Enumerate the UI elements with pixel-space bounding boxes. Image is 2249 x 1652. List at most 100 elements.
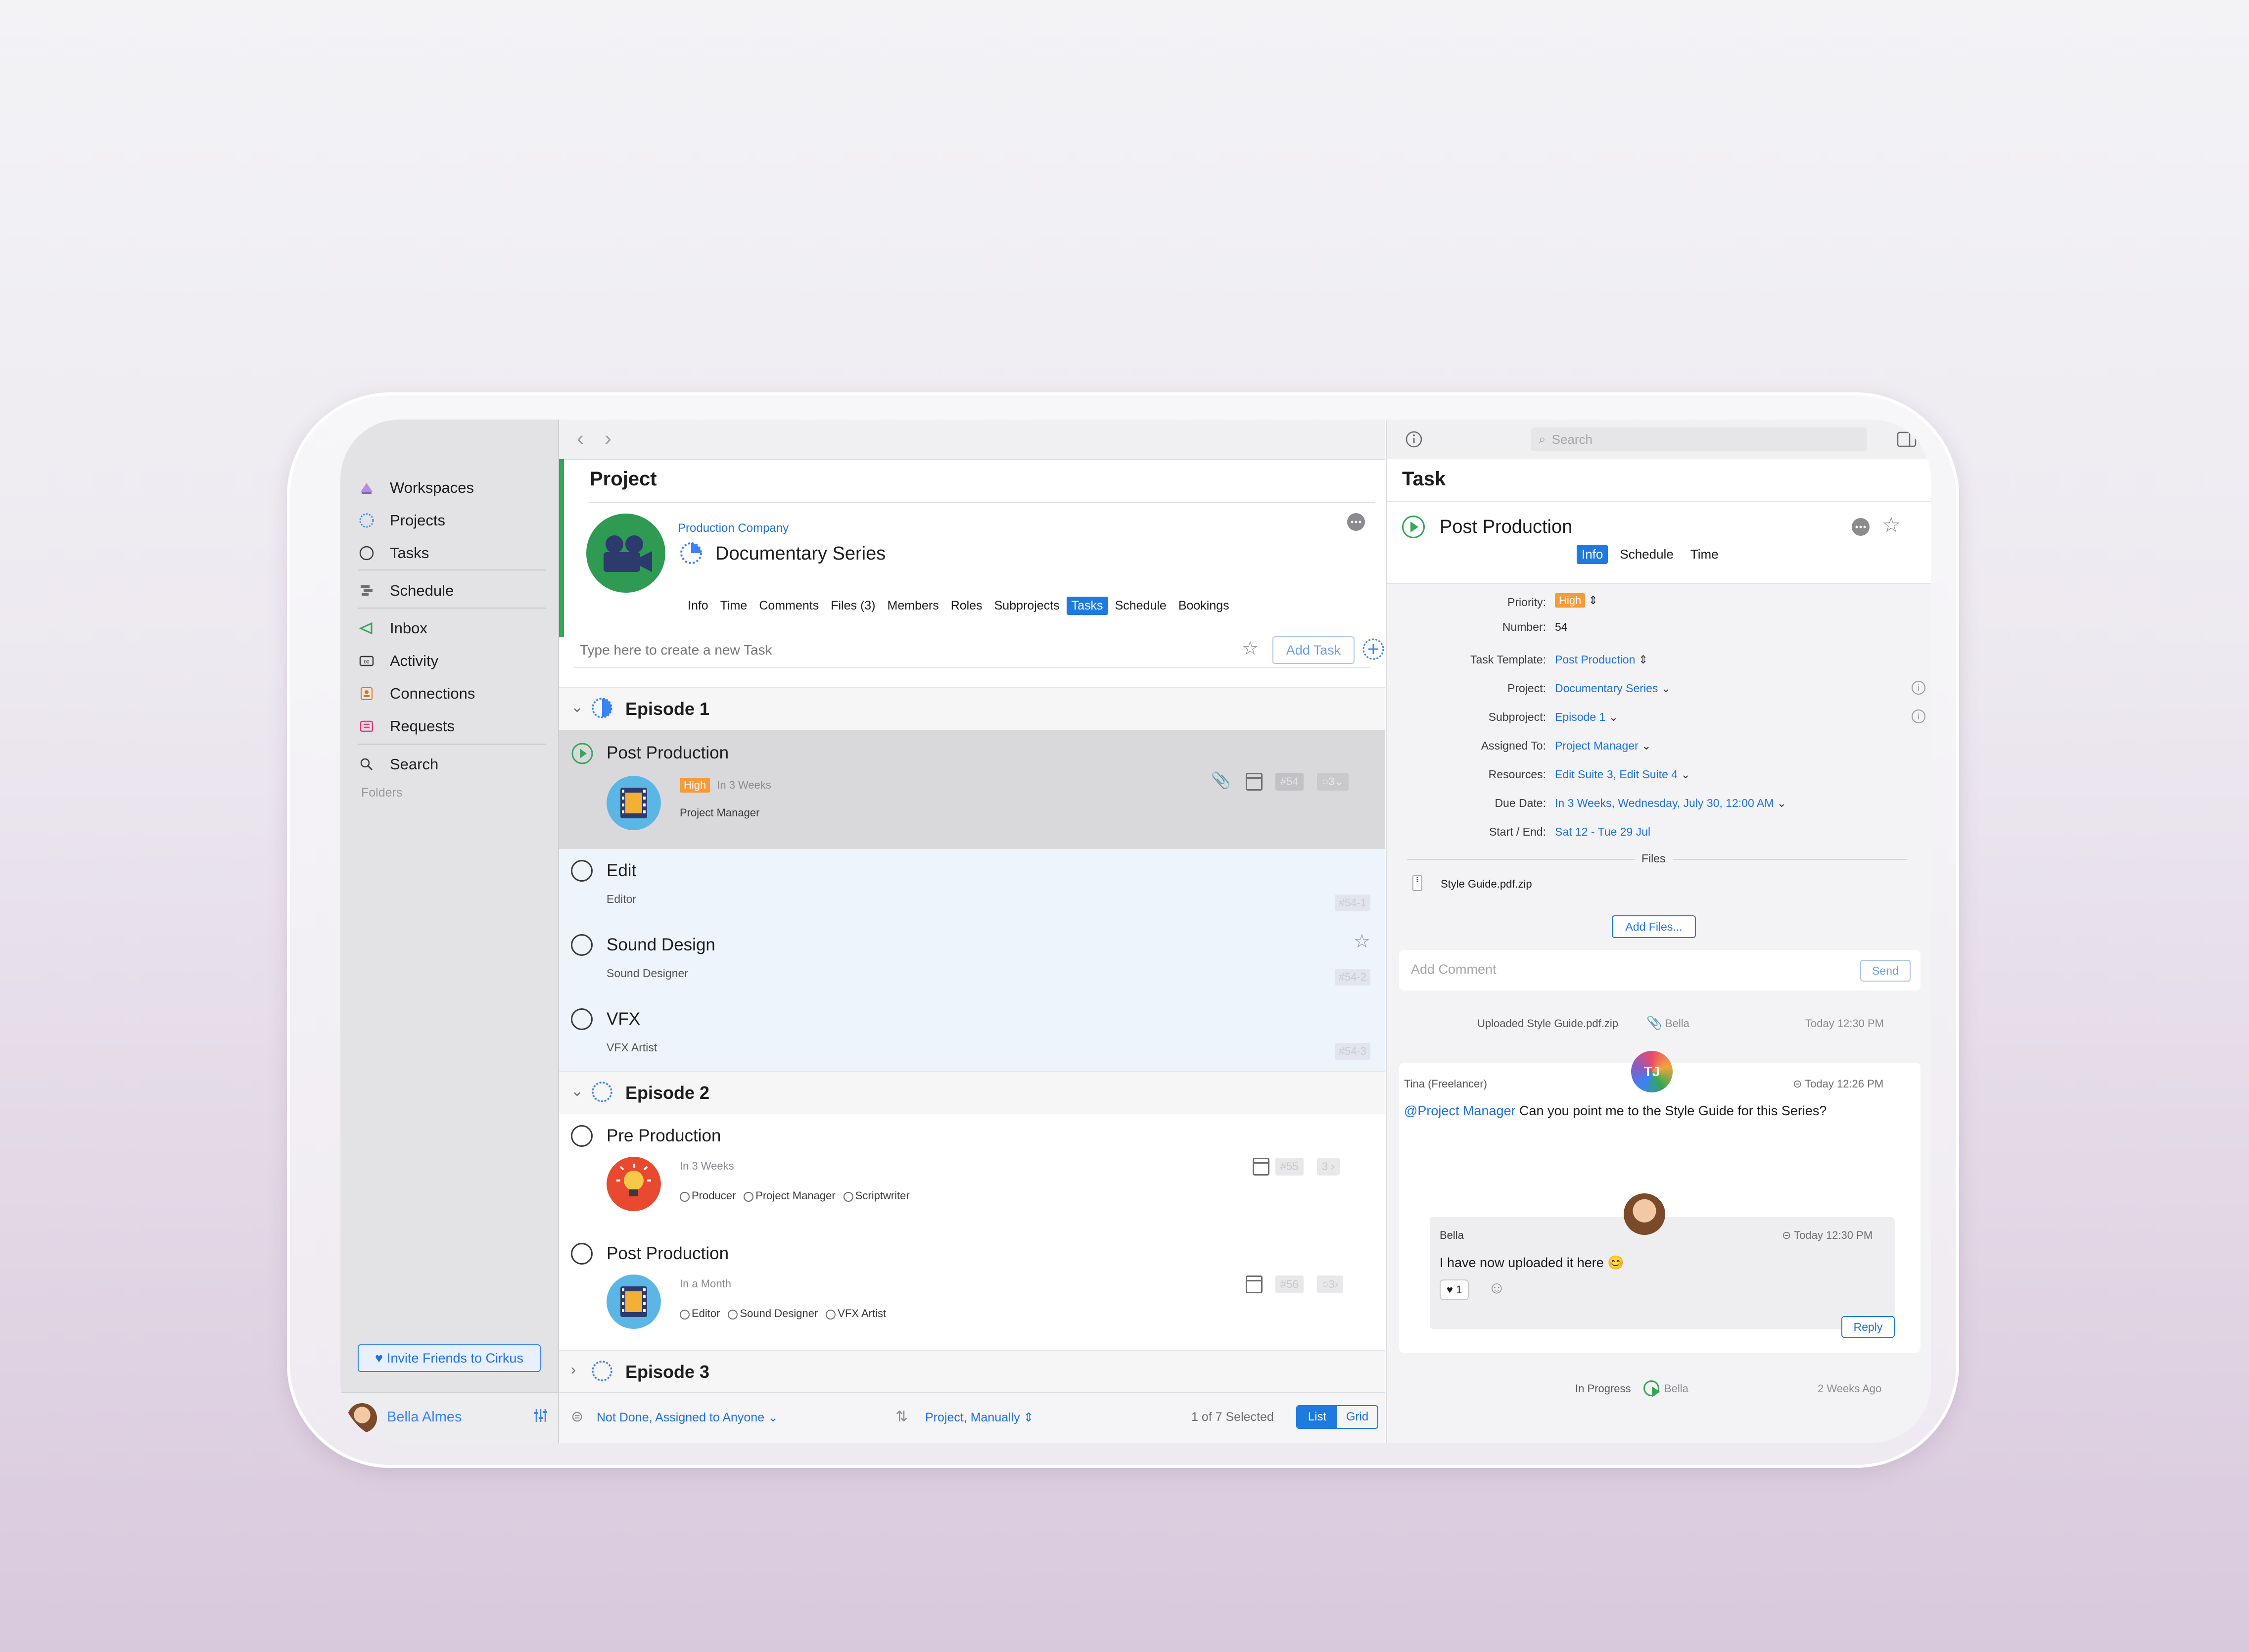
tab-bookings[interactable]: Bookings: [1173, 597, 1234, 615]
resource-item[interactable]: Scriptwriter: [843, 1189, 910, 1202]
task-row[interactable]: Pre Production In 3 Weeks Producer Proje…: [559, 1114, 1385, 1233]
resource-item[interactable]: VFX Artist: [826, 1307, 886, 1320]
subtask-count[interactable]: ○ 3 ›: [1317, 1275, 1343, 1293]
reply-button[interactable]: Reply: [1841, 1316, 1895, 1338]
search-field[interactable]: ⌕ Search: [1531, 427, 1867, 451]
chevron-down-icon[interactable]: ⌄: [571, 1083, 583, 1100]
task-row[interactable]: Post Production In a Month Editor Sound …: [559, 1232, 1385, 1351]
comment-input[interactable]: Add Comment: [1411, 962, 1497, 977]
star-icon[interactable]: ☆: [1882, 513, 1901, 537]
tab-time[interactable]: Time: [715, 597, 752, 615]
sidebar-item-schedule[interactable]: Schedule: [358, 576, 454, 606]
more-icon[interactable]: [1851, 518, 1870, 536]
new-task-input[interactable]: [579, 638, 1224, 662]
chevron-right-icon[interactable]: ›: [571, 1362, 576, 1378]
sliders-icon[interactable]: [532, 1407, 549, 1428]
sidebar-item-workspaces[interactable]: Workspaces: [358, 473, 474, 503]
checkbox-circle[interactable]: [571, 934, 593, 956]
list-view-button[interactable]: List: [1297, 1406, 1337, 1428]
resource-item[interactable]: Project Manager: [744, 1189, 835, 1202]
subtask-count[interactable]: ○ 3 ⌄: [1317, 773, 1349, 791]
info-icon[interactable]: [1405, 430, 1423, 448]
reaction-chip[interactable]: ♥ 1: [1440, 1279, 1469, 1300]
avatar[interactable]: TJ: [1631, 1051, 1673, 1092]
add-files-button[interactable]: Add Files...: [1612, 915, 1696, 938]
filter-dropdown[interactable]: Not Done, Assigned to Anyone ⌄: [597, 1410, 778, 1425]
avatar[interactable]: [1624, 1193, 1665, 1235]
resource-item[interactable]: Producer: [680, 1189, 736, 1202]
startend-value[interactable]: Sat 12 - Tue 29 Jul: [1555, 825, 1650, 839]
sidebar-item-connections[interactable]: Connections: [358, 679, 475, 708]
play-icon[interactable]: [571, 742, 594, 765]
tab-comments[interactable]: Comments: [754, 597, 824, 615]
task-row[interactable]: Sound Design Sound Designer ☆ #54-2: [559, 923, 1385, 998]
tab-info[interactable]: Info: [683, 597, 713, 615]
tab-info[interactable]: Info: [1577, 545, 1608, 564]
sidebar-toggle-icon[interactable]: [1897, 431, 1917, 447]
paperclip-icon[interactable]: 📎: [1211, 771, 1231, 790]
more-icon[interactable]: ⊝: [1782, 1229, 1791, 1241]
play-icon[interactable]: [1402, 516, 1425, 538]
more-icon[interactable]: ⊝: [1793, 1078, 1802, 1090]
resource-item[interactable]: Sound Designer: [728, 1307, 818, 1320]
filter-icon[interactable]: ⊜: [571, 1408, 583, 1425]
tab-files[interactable]: Files (3): [826, 597, 880, 615]
task-row[interactable]: Edit Editor #54-1: [559, 849, 1385, 924]
subtask-count[interactable]: 3 ›: [1317, 1158, 1340, 1176]
sidebar-item-inbox[interactable]: Inbox: [358, 614, 427, 643]
user-name[interactable]: Bella Almes: [387, 1409, 462, 1425]
mention-link[interactable]: @Project Manager: [1404, 1103, 1516, 1118]
info-icon[interactable]: i: [1912, 709, 1925, 723]
group-header-episode-2[interactable]: ⌄ Episode 2: [559, 1071, 1385, 1115]
sidebar-item-activity[interactable]: 00 Activity: [358, 646, 438, 676]
sort-icon[interactable]: ⇅: [895, 1408, 908, 1425]
checkbox-circle[interactable]: [571, 1008, 593, 1030]
checkbox-circle[interactable]: [571, 860, 593, 882]
tab-schedule[interactable]: Schedule: [1615, 545, 1678, 564]
sidebar-item-search[interactable]: Search: [358, 750, 438, 779]
group-header-episode-3[interactable]: › Episode 3: [559, 1350, 1385, 1394]
add-circle-icon[interactable]: [1361, 637, 1385, 661]
back-arrow-icon[interactable]: ‹: [577, 426, 584, 450]
add-task-button[interactable]: Add Task: [1272, 636, 1355, 664]
group-header-episode-1[interactable]: ⌄ Episode 1: [559, 687, 1385, 731]
template-select[interactable]: Post Production ⇕: [1555, 653, 1648, 666]
add-reaction-icon[interactable]: ☺: [1488, 1278, 1505, 1298]
tab-time[interactable]: Time: [1686, 545, 1724, 564]
tab-members[interactable]: Members: [883, 597, 944, 615]
sort-dropdown[interactable]: Project, Manually ⇕: [925, 1410, 1034, 1425]
file-name[interactable]: Style Guide.pdf.zip: [1441, 878, 1532, 891]
priority-select[interactable]: High ⇕: [1555, 593, 1598, 608]
resources-select[interactable]: Edit Suite 3, Edit Suite 4 ⌄: [1555, 768, 1690, 781]
star-icon[interactable]: ☆: [1354, 930, 1370, 952]
task-row[interactable]: VFX VFX Artist #54-3: [559, 997, 1385, 1073]
more-icon[interactable]: [1347, 513, 1365, 531]
forward-arrow-icon[interactable]: ›: [605, 426, 611, 450]
calendar-icon[interactable]: [1253, 1158, 1269, 1176]
resource-item[interactable]: Editor: [680, 1307, 720, 1320]
calendar-icon[interactable]: [1246, 773, 1263, 791]
calendar-icon[interactable]: [1246, 1275, 1263, 1293]
avatar[interactable]: [347, 1403, 377, 1433]
assigned-select[interactable]: Project Manager ⌄: [1555, 739, 1651, 753]
checkbox-circle[interactable]: [571, 1243, 593, 1265]
chevron-down-icon[interactable]: ⌄: [571, 699, 583, 716]
send-button[interactable]: Send: [1860, 960, 1911, 982]
due-select[interactable]: In 3 Weeks, Wednesday, July 30, 12:00 AM…: [1555, 797, 1786, 810]
subproject-select[interactable]: Episode 1 ⌄: [1555, 710, 1618, 724]
sidebar-item-requests[interactable]: Requests: [358, 711, 455, 741]
grid-view-button[interactable]: Grid: [1337, 1406, 1377, 1428]
info-icon[interactable]: i: [1912, 681, 1925, 695]
tab-schedule[interactable]: Schedule: [1110, 597, 1171, 615]
company-name[interactable]: Production Company: [678, 521, 789, 535]
sidebar-item-tasks[interactable]: Tasks: [358, 538, 429, 568]
sidebar-item-projects[interactable]: Projects: [358, 506, 445, 535]
tab-tasks[interactable]: Tasks: [1066, 597, 1108, 615]
checkbox-circle[interactable]: [571, 1125, 593, 1147]
tab-subprojects[interactable]: Subprojects: [989, 597, 1065, 615]
star-icon[interactable]: ☆: [1242, 637, 1259, 660]
invite-friends-button[interactable]: ♥ Invite Friends to Cirkus: [358, 1344, 541, 1372]
project-select[interactable]: Documentary Series ⌄: [1555, 682, 1671, 695]
tab-roles[interactable]: Roles: [946, 597, 987, 615]
task-row-selected[interactable]: Post Production High In 3 Weeks Project …: [559, 730, 1385, 850]
